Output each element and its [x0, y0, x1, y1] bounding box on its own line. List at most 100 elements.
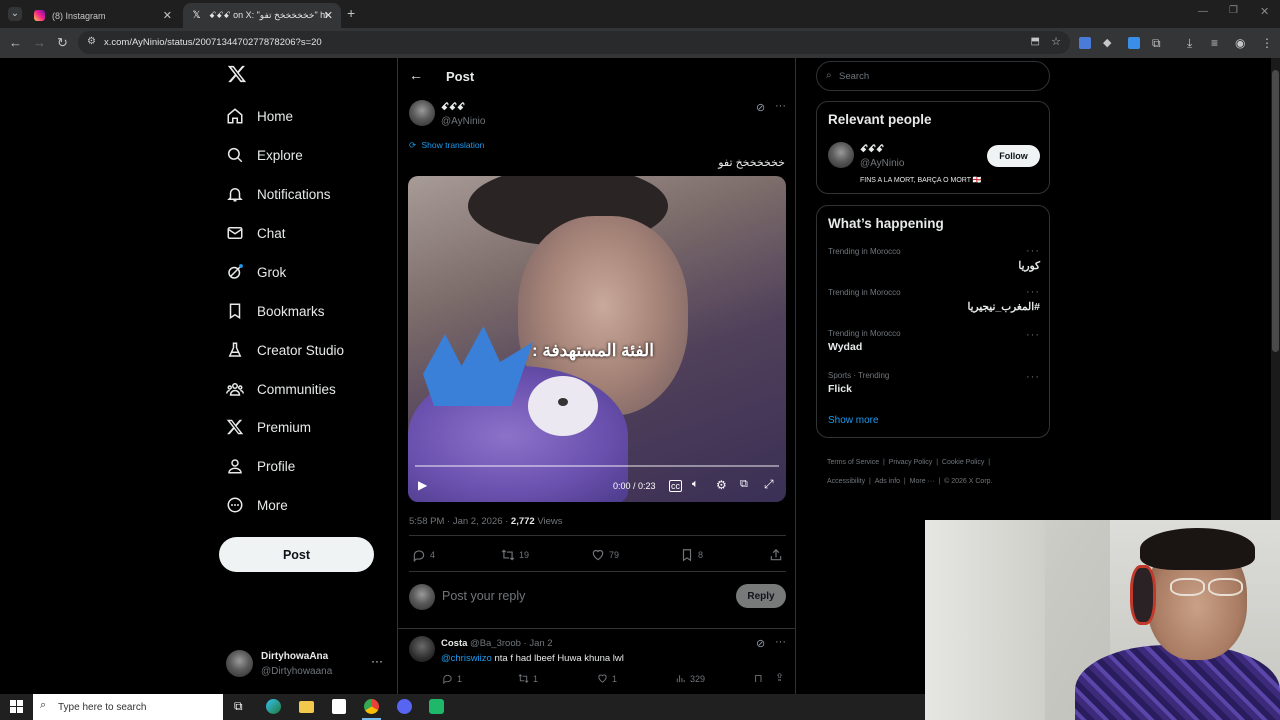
more-options-icon[interactable]: ··· — [775, 100, 786, 112]
new-tab-icon[interactable]: + — [347, 5, 355, 21]
avatar[interactable] — [828, 142, 854, 168]
store-icon[interactable] — [332, 699, 346, 714]
play-icon[interactable]: ▶ — [418, 478, 427, 492]
browser-menu-icon[interactable]: ⋮ — [1261, 35, 1273, 51]
taskbar-search-input[interactable]: ⌕ Type here to search — [33, 694, 223, 720]
back-icon[interactable]: ← — [9, 35, 22, 51]
extension-blue-icon[interactable] — [1128, 37, 1140, 49]
share-action[interactable] — [769, 548, 787, 562]
fullscreen-icon[interactable]: ⤢ — [764, 477, 774, 492]
video-progress-track[interactable] — [415, 465, 779, 467]
share-icon[interactable]: ⇪ — [775, 671, 784, 684]
footer-link-ads[interactable]: Ads info — [875, 478, 900, 485]
author-name[interactable]: ꗃꗃꗃ — [441, 102, 465, 113]
nav-communities[interactable]: Communities — [226, 375, 336, 403]
reply-input[interactable]: Post your reply — [442, 589, 722, 603]
trend-item[interactable]: Trending in Morocco Wydad ··· — [828, 329, 1040, 363]
nav-profile[interactable]: Profile — [226, 452, 295, 480]
nav-grok[interactable]: Grok — [226, 258, 286, 286]
video-player[interactable]: الفئة المستهدفة : ▶ 0:00 / 0:23 cc 🔈︎ ⚙ … — [408, 176, 786, 502]
windows-start-icon[interactable] — [10, 700, 23, 713]
tweet-timestamp[interactable]: 5:58 PM · Jan 2, 2026 · — [409, 516, 511, 527]
reply-like-action[interactable]: 1 — [597, 673, 617, 684]
task-view-icon[interactable]: ⧉ — [234, 699, 243, 714]
reply-button[interactable]: Reply — [736, 584, 786, 608]
profile-account-icon[interactable]: ◉ — [1235, 35, 1245, 51]
nav-more[interactable]: More — [226, 491, 288, 519]
bookmark-action[interactable]: 8 — [680, 548, 703, 562]
footer-link-more[interactable]: More ··· — [910, 478, 935, 485]
tab-instagram[interactable]: (8) Instagram ✕ — [26, 3, 180, 28]
post-button[interactable]: Post — [219, 537, 374, 572]
reply-views-action[interactable]: 329 — [675, 673, 705, 684]
captions-icon[interactable]: cc — [669, 480, 682, 492]
more-options-icon[interactable]: ··· — [775, 636, 786, 648]
back-arrow-icon[interactable]: ← — [409, 67, 423, 83]
nav-home[interactable]: Home — [226, 102, 293, 130]
trend-item[interactable]: Sports · Trending Flick ··· — [828, 371, 1040, 405]
forward-icon[interactable]: → — [33, 35, 46, 51]
show-more-link[interactable]: Show more — [828, 415, 879, 426]
more-dots-icon[interactable]: ··· — [1026, 329, 1040, 341]
follow-button[interactable]: Follow — [987, 145, 1040, 167]
x-logo-icon[interactable] — [227, 64, 247, 86]
footer-link-privacy[interactable]: Privacy Policy — [889, 459, 933, 466]
reply-author-name[interactable]: Costa — [441, 638, 467, 649]
repost-action[interactable]: 19 — [501, 548, 529, 562]
more-dots-icon[interactable]: ··· — [1026, 286, 1040, 298]
person-handle[interactable]: @AyNinio — [860, 158, 904, 169]
close-tab-icon[interactable]: ✕ — [324, 9, 333, 22]
picture-in-picture-icon[interactable]: ⧉ — [740, 478, 748, 491]
bookmark-icon[interactable]: ⊓ — [754, 672, 763, 685]
extension-diamond-icon[interactable]: ◆ — [1103, 35, 1111, 51]
show-translation-link[interactable]: ⟳ Show translation — [409, 140, 484, 151]
grok-explain-icon[interactable]: ⊘ — [756, 101, 765, 114]
nav-bookmarks[interactable]: Bookmarks — [226, 297, 325, 325]
minimize-icon[interactable]: — — [1198, 6, 1208, 17]
search-input[interactable]: ⌕ Search — [816, 61, 1050, 91]
trend-item[interactable]: Trending in Morocco #المغرب_نيجيريا ··· — [828, 286, 1040, 322]
edge-icon[interactable] — [266, 699, 281, 714]
close-tab-icon[interactable]: ✕ — [163, 9, 172, 22]
nav-explore[interactable]: Explore — [226, 141, 303, 169]
footer-link-terms[interactable]: Terms of Service — [827, 459, 879, 466]
author-handle[interactable]: @AyNinio — [441, 116, 485, 127]
chrome-icon[interactable] — [364, 699, 379, 714]
nav-creator-studio[interactable]: Creator Studio — [226, 336, 344, 364]
restore-icon[interactable]: ❐ — [1229, 5, 1238, 16]
nav-notifications[interactable]: Notifications — [226, 180, 331, 208]
reload-icon[interactable]: ↻ — [57, 35, 68, 51]
reading-list-icon[interactable]: ≡ — [1211, 35, 1218, 51]
more-dots-icon[interactable]: ··· — [1026, 371, 1040, 383]
bookmark-star-icon[interactable]: ☆ — [1051, 35, 1061, 48]
footer-link-cookie[interactable]: Cookie Policy — [942, 459, 984, 466]
discord-icon[interactable] — [397, 699, 412, 714]
tab-search-icon[interactable]: ⌄ — [8, 7, 22, 21]
nav-premium[interactable]: Premium — [226, 413, 311, 441]
reply-author-avatar[interactable] — [409, 636, 435, 662]
settings-gear-icon[interactable]: ⚙ — [716, 478, 727, 492]
volume-icon[interactable]: 🔈︎ — [692, 478, 699, 491]
grok-explain-icon[interactable]: ⊘ — [756, 637, 765, 650]
trend-item[interactable]: Trending in Morocco كوريا ··· — [828, 245, 1040, 281]
download-icon[interactable]: ⤓ — [1187, 35, 1192, 51]
reply-reply-action[interactable]: 1 — [442, 673, 462, 684]
more-dots-icon[interactable]: ··· — [1026, 245, 1040, 257]
scrollbar-thumb[interactable] — [1272, 70, 1279, 352]
reply-repost-action[interactable]: 1 — [518, 673, 538, 684]
like-action[interactable]: 79 — [591, 548, 619, 562]
account-switcher[interactable]: DirtyhowaAna @Dirtyhowaana ··· — [226, 648, 386, 680]
file-explorer-icon[interactable] — [299, 701, 314, 713]
footer-link-accessibility[interactable]: Accessibility — [827, 478, 865, 485]
close-window-icon[interactable]: ✕ — [1260, 5, 1269, 18]
author-avatar[interactable] — [409, 100, 435, 126]
extensions-puzzle-icon[interactable]: ⧉ — [1152, 35, 1161, 51]
install-app-icon[interactable]: ⬒ — [1031, 36, 1040, 47]
nav-chat[interactable]: Chat — [226, 219, 286, 247]
person-name[interactable]: ꗃꗃꗃ — [860, 144, 884, 155]
reply-mention-link[interactable]: @chriswiizo — [441, 653, 492, 664]
app-icon[interactable] — [429, 699, 444, 714]
site-info-icon[interactable]: ⚙ — [87, 36, 96, 47]
tab-x-post[interactable]: 𝕏 ꗃꗃꗃ on X: "خخخخخخخ تفو" https: ✕ — [183, 3, 341, 28]
address-bar[interactable]: ⚙ x.com/AyNinio/status/20071344702778782… — [78, 31, 1070, 54]
